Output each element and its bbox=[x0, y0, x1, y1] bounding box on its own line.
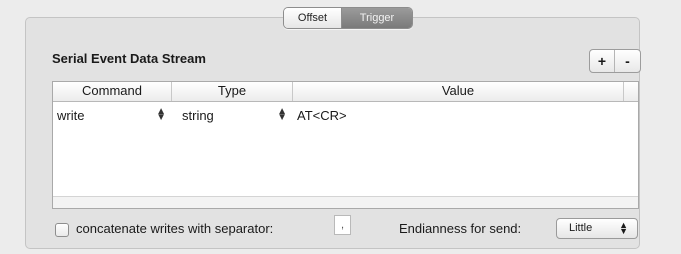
column-header-type[interactable]: Type bbox=[172, 82, 293, 101]
table-header: Command Type Value bbox=[53, 82, 638, 102]
up-down-arrows-icon: ▲ ▼ bbox=[619, 220, 628, 236]
type-cell[interactable]: string ▲ ▼ bbox=[176, 106, 297, 123]
tab-trigger[interactable]: Trigger bbox=[342, 8, 412, 28]
separator-field[interactable]: , bbox=[334, 215, 351, 235]
up-down-arrows-icon[interactable]: ▲ ▼ bbox=[156, 106, 166, 122]
header-corner bbox=[623, 82, 638, 101]
endianness-select[interactable]: Little ▲ ▼ bbox=[556, 218, 638, 239]
table-row[interactable]: write ▲ ▼ string ▲ ▼ AT<CR> bbox=[53, 105, 638, 125]
value-text: AT<CR> bbox=[297, 107, 347, 123]
column-header-command[interactable]: Command bbox=[53, 82, 172, 101]
concatenate-checkbox[interactable] bbox=[55, 223, 69, 237]
add-button[interactable]: + bbox=[590, 50, 615, 72]
endianness-label: Endianness for send: bbox=[399, 221, 522, 236]
concatenate-label: concatenate writes with separator: bbox=[76, 221, 274, 236]
endianness-value: Little bbox=[569, 222, 593, 234]
add-remove-buttons: + - bbox=[589, 49, 641, 73]
column-header-value[interactable]: Value bbox=[293, 82, 623, 101]
offset-trigger-segmented-control: Offset Trigger bbox=[283, 7, 413, 29]
data-stream-table: Command Type Value write ▲ ▼ string ▲ ▼ AT… bbox=[52, 81, 639, 209]
horizontal-scrollbar[interactable] bbox=[53, 196, 638, 208]
command-value: write bbox=[57, 107, 85, 123]
type-value: string bbox=[182, 107, 214, 123]
tab-offset[interactable]: Offset bbox=[284, 8, 342, 28]
section-title: Serial Event Data Stream bbox=[52, 51, 206, 66]
remove-button[interactable]: - bbox=[615, 50, 640, 72]
up-down-arrows-icon[interactable]: ▲ ▼ bbox=[277, 106, 287, 122]
value-cell[interactable]: AT<CR> bbox=[297, 108, 638, 123]
command-cell[interactable]: write ▲ ▼ bbox=[53, 106, 176, 123]
